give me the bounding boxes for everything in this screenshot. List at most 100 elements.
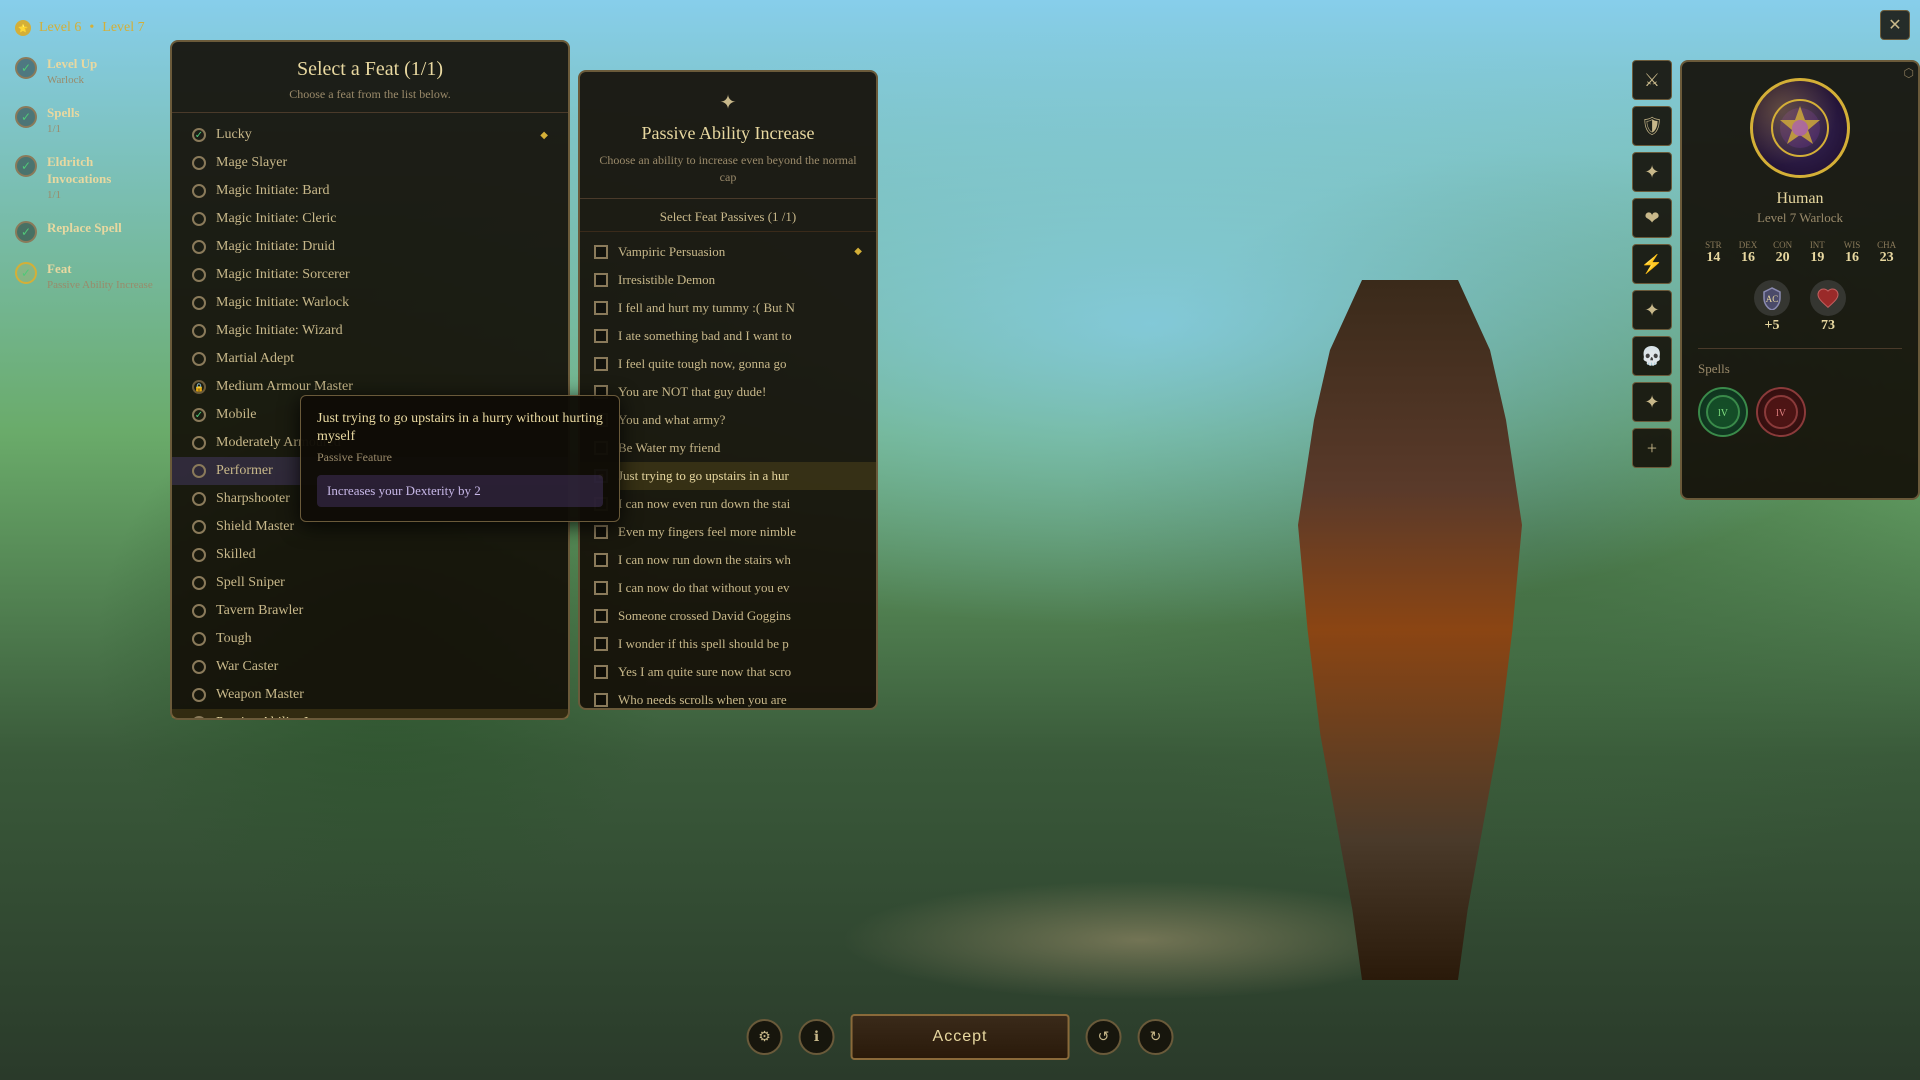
action-icon-gem[interactable]: ✦: [1632, 382, 1672, 422]
action-icon-star[interactable]: ✦: [1632, 290, 1672, 330]
passive-item-run-down[interactable]: I can now even run down the stai: [580, 490, 876, 518]
feat-item-weapon-master[interactable]: Weapon Master: [172, 681, 568, 709]
passive-panel-header: ✦ Passive Ability Increase Choose an abi…: [580, 72, 876, 199]
step-title-spells: Spells: [47, 105, 80, 122]
nav-redo-btn[interactable]: ↻: [1137, 1019, 1173, 1055]
feat-radio-tough: [192, 632, 206, 646]
passive-item-tough[interactable]: I feel quite tough now, gonna go: [580, 350, 876, 378]
spell-slot-2[interactable]: lV: [1756, 387, 1806, 437]
passive-item-scrolls[interactable]: Who needs scrolls when you are: [580, 686, 876, 708]
action-icon-health[interactable]: ❤: [1632, 198, 1672, 238]
feat-item-tavern-brawler[interactable]: Tavern Brawler: [172, 597, 568, 625]
passive-name-upstairs: Just trying to go upstairs in a hur: [618, 468, 789, 484]
accept-button[interactable]: Accept: [851, 1014, 1070, 1060]
step-title-replace: Replace Spell: [47, 220, 122, 237]
feat-item-tough[interactable]: Tough: [172, 625, 568, 653]
passive-check-run-stairs: [594, 553, 608, 567]
step-sub-level-up: Warlock: [47, 73, 97, 87]
feat-item-spell-sniper[interactable]: Spell Sniper: [172, 569, 568, 597]
step-title-eldritch: Eldritch Invocations: [47, 154, 155, 188]
feat-item-mage-slayer[interactable]: Mage Slayer: [172, 149, 568, 177]
passive-item-goggins[interactable]: Someone crossed David Goggins: [580, 602, 876, 630]
passive-name-irresistible: Irresistible Demon: [618, 272, 715, 288]
passive-item-army[interactable]: You and what army?: [580, 406, 876, 434]
feat-item-martial-adept[interactable]: Martial Adept: [172, 345, 568, 373]
nav-settings-btn[interactable]: ⚙: [747, 1019, 783, 1055]
spells-section: Spells lV lV: [1698, 348, 1902, 437]
level-indicator: ⭐ Level 6 • Level 7: [15, 20, 155, 36]
feat-item-magic-sorcerer[interactable]: Magic Initiate: Sorcerer: [172, 261, 568, 289]
feat-item-magic-warlock[interactable]: Magic Initiate: Warlock: [172, 289, 568, 317]
passive-item-run-stairs[interactable]: I can now run down the stairs wh: [580, 546, 876, 574]
stat-dex: DEX 16: [1733, 240, 1764, 266]
level-dot-2: •: [89, 20, 94, 36]
passive-item-fingers[interactable]: Even my fingers feel more nimble: [580, 518, 876, 546]
passive-item-not-guy[interactable]: You are NOT that guy dude!: [580, 378, 876, 406]
stat-int: INT 19: [1802, 240, 1833, 266]
feat-item-magic-bard[interactable]: Magic Initiate: Bard: [172, 177, 568, 205]
feat-item-magic-wizard[interactable]: Magic Initiate: Wizard: [172, 317, 568, 345]
passive-check-quite-sure: [594, 665, 608, 679]
feat-radio-lucky: [192, 128, 206, 142]
stat-wis: WIS 16: [1837, 240, 1868, 266]
action-icon-skull[interactable]: 💀: [1632, 336, 1672, 376]
stat-dex-label: DEX: [1733, 240, 1764, 250]
feat-item-passive-ability[interactable]: Passive Ability Increase: [172, 709, 568, 718]
passive-item-quite-sure[interactable]: Yes I am quite sure now that scro: [580, 658, 876, 686]
spell-slot-1[interactable]: lV: [1698, 387, 1748, 437]
combat-ac-value: +5: [1765, 318, 1780, 334]
feat-radio-mobile: [192, 408, 206, 422]
bottom-navigation-bar: ⚙ ℹ Accept ↺ ↻: [747, 1014, 1174, 1060]
passive-panel-desc: Choose an ability to increase even beyon…: [596, 152, 860, 186]
tooltip-type: Passive Feature: [317, 450, 603, 465]
stat-int-value: 19: [1802, 250, 1833, 266]
passive-item-irresistible[interactable]: Irresistible Demon: [580, 266, 876, 294]
feat-item-war-caster[interactable]: War Caster: [172, 653, 568, 681]
passive-check-vampiric: [594, 245, 608, 259]
feat-item-magic-cleric[interactable]: Magic Initiate: Cleric: [172, 205, 568, 233]
side-actions-panel: ⚔ 🛡 ✦ ❤ ⚡ ✦ 💀 ✦ +: [1632, 60, 1672, 468]
passive-item-vampiric[interactable]: Vampiric Persuasion ◆: [580, 238, 876, 266]
nav-undo-btn[interactable]: ↺: [1085, 1019, 1121, 1055]
feat-item-lucky[interactable]: Lucky ◆: [172, 121, 568, 149]
step-title-feat: Feat: [47, 261, 153, 278]
stat-str: STR 14: [1698, 240, 1729, 266]
feat-item-magic-druid[interactable]: Magic Initiate: Druid: [172, 233, 568, 261]
spells-grid: lV lV: [1698, 387, 1902, 437]
passive-item-ate[interactable]: I ate something bad and I want to: [580, 322, 876, 350]
combat-hp: 73: [1810, 280, 1846, 334]
passive-panel-icon: ✦: [596, 90, 860, 115]
right-panel-close-icon[interactable]: ⬡: [1904, 66, 1914, 81]
action-icon-magic[interactable]: ✦: [1632, 152, 1672, 192]
char-emblem: [1750, 78, 1850, 178]
stat-wis-label: WIS: [1837, 240, 1868, 250]
stat-cha-value: 23: [1871, 250, 1902, 266]
step-sub-spells: 1/1: [47, 122, 80, 136]
action-icon-add[interactable]: +: [1632, 428, 1672, 468]
passive-name-tough: I feel quite tough now, gonna go: [618, 356, 786, 372]
step-feat: ✓ Feat Passive Ability Increase: [15, 261, 155, 292]
passive-ability-panel: ✦ Passive Ability Increase Choose an abi…: [578, 70, 878, 710]
action-icon-lightning[interactable]: ⚡: [1632, 244, 1672, 284]
stat-dex-value: 16: [1733, 250, 1764, 266]
nav-info-btn[interactable]: ℹ: [799, 1019, 835, 1055]
action-icon-defense[interactable]: 🛡: [1632, 106, 1672, 146]
feat-radio-passive-ability: [192, 716, 206, 718]
feat-radio-magic-wizard: [192, 324, 206, 338]
passive-item-be-water[interactable]: Be Water my friend: [580, 434, 876, 462]
action-icon-combat[interactable]: ⚔: [1632, 60, 1672, 100]
feat-name-lucky: Lucky: [216, 127, 252, 143]
passive-name-not-guy: You are NOT that guy dude!: [618, 384, 766, 400]
feat-item-skilled[interactable]: Skilled: [172, 541, 568, 569]
passive-item-spell-wonder[interactable]: I wonder if this spell should be p: [580, 630, 876, 658]
step-eldritch: ✓ Eldritch Invocations 1/1: [15, 154, 155, 202]
close-button[interactable]: ✕: [1880, 10, 1910, 40]
passive-name-without-you: I can now do that without you ev: [618, 580, 790, 596]
stat-wis-value: 16: [1837, 250, 1868, 266]
passive-item-tummy[interactable]: I fell and hurt my tummy :( But N: [580, 294, 876, 322]
level-dot-1: ⭐: [15, 20, 31, 36]
passive-item-without-you[interactable]: I can now do that without you ev: [580, 574, 876, 602]
passive-item-upstairs[interactable]: ■ Just trying to go upstairs in a hur: [580, 462, 876, 490]
feat-name-spell-sniper: Spell Sniper: [216, 575, 285, 591]
passive-name-quite-sure: Yes I am quite sure now that scro: [618, 664, 791, 680]
